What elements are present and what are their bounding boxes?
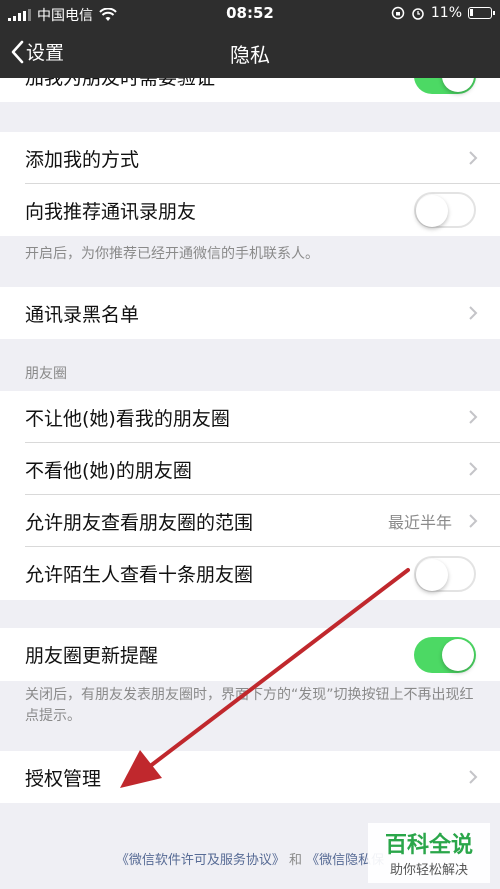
status-bar: 中国电信 08:52 11% bbox=[0, 0, 500, 28]
battery-icon bbox=[468, 7, 495, 19]
row-add-methods[interactable]: 添加我的方式 bbox=[0, 132, 500, 184]
chevron-right-icon bbox=[469, 151, 478, 165]
row-label: 向我推荐通讯录朋友 bbox=[25, 200, 197, 223]
chevron-right-icon bbox=[469, 770, 478, 784]
row-label: 不看他(她)的朋友圈 bbox=[25, 459, 192, 482]
chevron-right-icon bbox=[469, 306, 478, 320]
update-hint: 关闭后，有朋友发表朋友圈时，界面下方的“发现”切换按钮上不再出现红点提示。 bbox=[25, 687, 474, 724]
row-recommend[interactable]: 向我推荐通讯录朋友 bbox=[0, 184, 500, 236]
row-label: 朋友圈更新提醒 bbox=[25, 645, 159, 667]
battery-percent: 11% bbox=[430, 5, 462, 21]
row-label: 通讯录黑名单 bbox=[25, 303, 140, 326]
row-range[interactable]: 允许朋友查看朋友圈的范围 最近半年 bbox=[0, 495, 500, 547]
chevron-right-icon bbox=[469, 514, 478, 528]
row-strangers[interactable]: 允许陌生人查看十条朋友圈 bbox=[0, 547, 500, 600]
watermark-logo: 百科全说 助你轻松解决 bbox=[368, 823, 490, 883]
row-update-reminder[interactable]: 朋友圈更新提醒 bbox=[0, 628, 500, 681]
row-label: 加我为朋友时需要验证 bbox=[25, 78, 215, 90]
chevron-right-icon bbox=[469, 462, 478, 476]
row-not-see[interactable]: 不看他(她)的朋友圈 bbox=[0, 443, 500, 495]
row-label: 添加我的方式 bbox=[25, 148, 140, 171]
row-label: 允许陌生人查看十条朋友圈 bbox=[25, 564, 254, 586]
row-label: 授权管理 bbox=[25, 767, 102, 790]
section-title-moments: 朋友圈 bbox=[25, 366, 67, 382]
update-reminder-toggle[interactable] bbox=[414, 636, 476, 673]
row-auth-management[interactable]: 授权管理 bbox=[0, 751, 500, 803]
recommend-hint: 开启后，为你推荐已经开通微信的手机联系人。 bbox=[25, 246, 319, 262]
row-blacklist[interactable]: 通讯录黑名单 bbox=[0, 287, 500, 339]
verify-toggle[interactable] bbox=[414, 78, 476, 94]
footer-and: 和 bbox=[288, 853, 302, 868]
row-label: 不让他(她)看我的朋友圈 bbox=[25, 407, 230, 430]
chevron-right-icon bbox=[469, 410, 478, 424]
range-value: 最近半年 bbox=[387, 513, 452, 532]
row-verify[interactable]: 加我为朋友时需要验证 bbox=[0, 78, 500, 102]
row-hide-from[interactable]: 不让他(她)看我的朋友圈 bbox=[0, 391, 500, 443]
rotation-lock-icon bbox=[391, 6, 405, 20]
recommend-toggle[interactable] bbox=[414, 192, 476, 228]
watermark-title: 百科全说 bbox=[384, 833, 473, 858]
nav-bar: 设置 隐私 bbox=[0, 28, 500, 78]
watermark-subtitle: 助你轻松解决 bbox=[389, 863, 468, 878]
page-title: 隐私 bbox=[230, 43, 270, 67]
alarm-icon bbox=[412, 8, 424, 20]
license-link[interactable]: 《微信软件许可及服务协议》 bbox=[116, 853, 285, 868]
settings-list: 加我为朋友时需要验证 添加我的方式 向我推荐通讯录朋友 开启后，为你推荐已经开通… bbox=[0, 78, 500, 889]
row-label: 允许朋友查看朋友圈的范围 bbox=[25, 511, 254, 534]
strangers-toggle[interactable] bbox=[414, 555, 476, 592]
